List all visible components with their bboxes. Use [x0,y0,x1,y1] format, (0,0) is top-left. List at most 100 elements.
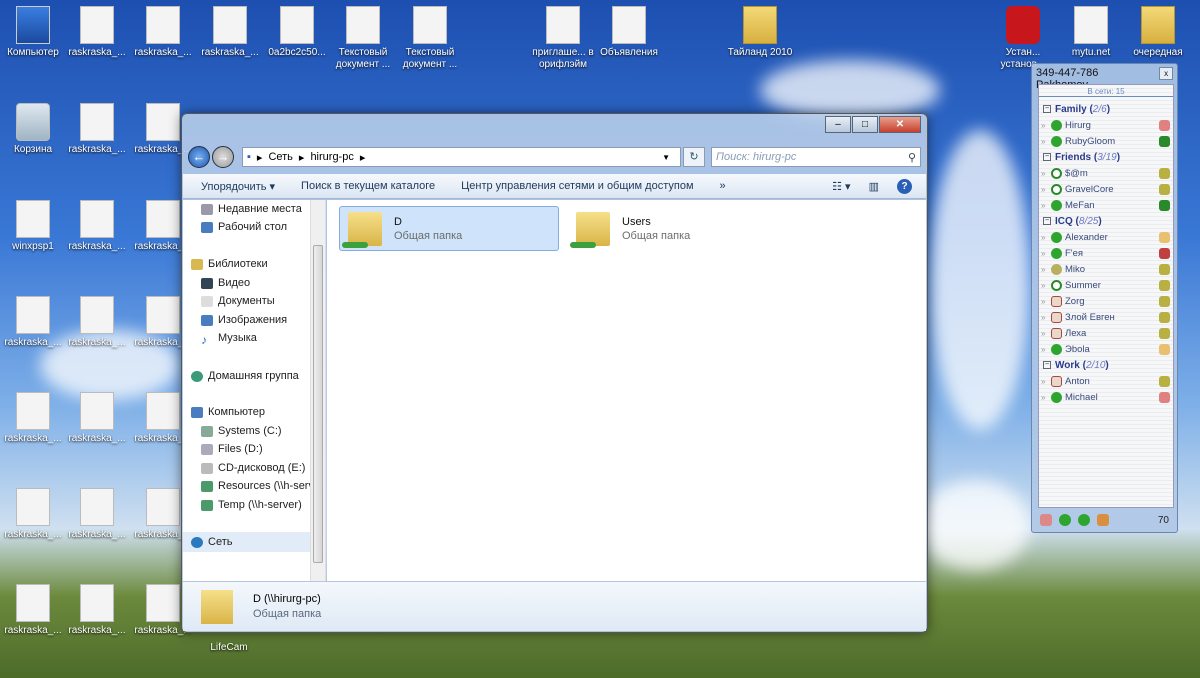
contact[interactable]: » RubyGloom [1039,133,1173,149]
desktop-icon-lifecam[interactable]: LifeCam [196,642,262,662]
folder-item-users[interactable]: Users Общая папка [567,206,787,251]
nav-label: Resources (\\h-server) [218,480,311,492]
group-icq[interactable]: − ICQ (8/25) [1039,213,1173,229]
close-button[interactable]: x [1159,67,1173,80]
collapse-icon[interactable]: − [1043,217,1051,225]
desktop-icon-file[interactable]: Текстовый документ ... [397,6,463,71]
preview-pane-icon[interactable]: ▥ [869,180,879,193]
contact[interactable]: » F'ея [1039,245,1173,261]
collapse-icon[interactable]: − [1043,361,1051,369]
scrollbar-thumb[interactable] [313,245,323,563]
desktop-icon-file[interactable]: mytu.net [1058,6,1124,59]
desktop-icon-file[interactable]: raskraska_... [64,200,130,253]
desktop-icon-file[interactable]: raskraska_... [0,488,66,541]
chevron-right-icon: ▸ [359,151,366,164]
organize-button[interactable]: Упорядочить ▾ [201,180,275,193]
contact[interactable]: » Michael [1039,389,1173,405]
status-button-icon[interactable] [1059,514,1071,526]
contact[interactable]: » MeFan [1039,197,1173,213]
desktop-icon-file[interactable]: raskraska_... [64,103,130,156]
client-icon [1159,247,1170,259]
contact[interactable]: » Alexander [1039,229,1173,245]
desktop-icon-recycle-bin[interactable]: Корзина [0,103,66,156]
icon-label: Корзина [13,144,53,155]
icon-label: Текстовый документ ... [402,47,458,70]
desktop-icon-file[interactable]: приглаше... в орифлэйм [530,6,596,71]
contact[interactable]: » Anton [1039,373,1173,389]
forward-button[interactable]: → [212,146,234,168]
desktop-icon-file[interactable]: raskraska_... [0,584,66,637]
help-icon[interactable]: ? [897,178,912,194]
desktop-icon-file[interactable]: Объявления [596,6,662,59]
contact[interactable]: » Леха [1039,325,1173,341]
address-bar[interactable]: ▪ ▸ Сеть ▸ hirurg-pc ▸ ▼ [242,147,681,167]
contact[interactable]: » Miko [1039,261,1173,277]
contact[interactable]: » Злой Евген [1039,309,1173,325]
desktop-icon-computer[interactable]: Компьютер [0,6,66,59]
network-center-button[interactable]: Центр управления сетями и общим доступом [461,180,693,192]
im-title: 349-447-786 Pakhomov... [1036,67,1099,91]
maximize-button[interactable]: □ [852,116,878,133]
nav-scrollbar[interactable] [310,200,325,582]
nav-item-resources[interactable]: Resources (\\h-server) [201,480,311,492]
desktop-icon-file[interactable]: 0a2bc2c50... [264,6,330,59]
status-button-icon[interactable] [1078,514,1090,526]
more-button[interactable]: » [720,180,726,192]
footer-count: 70 [1157,514,1169,526]
nav-item-music[interactable]: ♪ Музыка [201,332,311,344]
close-button[interactable]: ✕ [879,116,921,133]
desktop-icon-file[interactable]: raskraska_... [64,488,130,541]
nav-item-pictures[interactable]: Изображения [201,314,311,326]
image-file-icon [80,200,114,238]
nav-item-homegroup[interactable]: Домашняя группа [191,370,311,382]
desktop-icon-file[interactable]: winxpsp1 [0,200,66,253]
desktop-icon-file[interactable]: raskraska_... [0,296,66,349]
desktop-icon-file[interactable]: raskraska_... [130,6,196,59]
nav-item-drive-d[interactable]: Files (D:) [201,443,311,455]
nav-item-documents[interactable]: Документы [201,295,311,307]
xstatus-icon[interactable] [1097,514,1109,526]
group-work[interactable]: − Work (2/10) [1039,357,1173,373]
refresh-button[interactable]: ↻ [683,147,705,167]
desktop-icon-file[interactable]: raskraska_... [64,6,130,59]
menu-icon[interactable] [1040,514,1052,526]
desktop-icon-opera[interactable]: Устан... установ... [990,6,1056,71]
desktop-icon-file[interactable]: Текстовый документ ... [330,6,396,71]
breadcrumb-network[interactable]: Сеть [268,151,292,163]
nav-item-video[interactable]: Видео [201,277,311,289]
nav-item-drive-c[interactable]: Systems (C:) [201,425,311,437]
nav-item-temp[interactable]: Temp (\\h-server) [201,499,311,511]
contact[interactable]: » Эbola [1039,341,1173,357]
desktop-icon-file[interactable]: raskraska_... [0,392,66,445]
contact[interactable]: » Hirurg [1039,117,1173,133]
chevron-down-icon[interactable]: ▼ [662,153,670,162]
collapse-icon[interactable]: − [1043,153,1051,161]
nav-item-recent[interactable]: Недавние места [201,203,311,215]
contact[interactable]: » Zorg [1039,293,1173,309]
desktop-icon-file[interactable]: raskraska_... [64,296,130,349]
collapse-icon[interactable]: − [1043,105,1051,113]
folder-item-d[interactable]: D Общая папка [339,206,559,251]
desktop-icon-folder[interactable]: очередная [1125,6,1191,59]
view-options-icon[interactable]: ☷ ▾ [832,180,850,193]
nav-item-desktop[interactable]: Рабочий стол [201,221,311,233]
desktop-icon-file[interactable]: raskraska_... [64,584,130,637]
contact[interactable]: » Summer [1039,277,1173,293]
minimize-button[interactable]: – [825,116,851,133]
back-button[interactable]: ← [188,146,210,168]
nav-item-computer[interactable]: Компьютер [191,406,311,418]
nav-item-network[interactable]: Сеть [191,536,311,548]
nav-item-libraries[interactable]: Библиотеки [191,258,311,270]
breadcrumb-host[interactable]: hirurg-pc [310,151,353,163]
search-input[interactable]: Поиск: hirurg-pc ⚲ [711,147,921,167]
desktop-icon-file[interactable]: raskraska_... [64,392,130,445]
nav-item-cd-drive[interactable]: CD-дисковод (E:) [201,462,311,474]
desktop-icon-folder[interactable]: Тайланд 2010 [727,6,793,59]
contact[interactable]: » $@m [1039,165,1173,181]
contact[interactable]: » GravelCore [1039,181,1173,197]
desktop-icon-file[interactable]: raskraska_... [197,6,263,59]
group-friends[interactable]: − Friends (3/19) [1039,149,1173,165]
search-catalog-button[interactable]: Поиск в текущем каталоге [301,180,435,192]
group-family[interactable]: − Family (2/6) [1039,101,1173,117]
disc-image-icon [16,200,50,238]
